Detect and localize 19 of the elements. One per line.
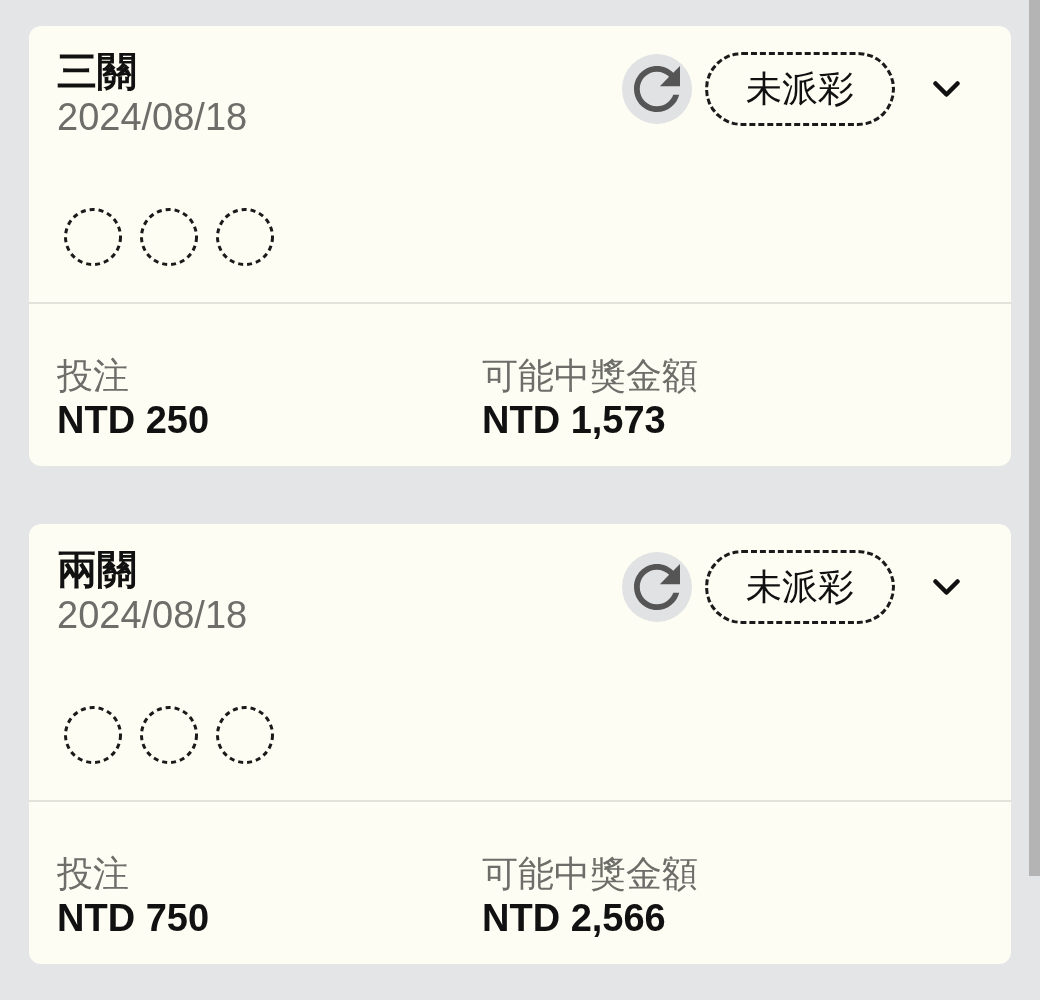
bet-title: 兩關	[57, 546, 138, 592]
stake-amount: NTD 750	[57, 896, 211, 940]
payout-amount: NTD 1,573	[482, 398, 667, 442]
payout-amount: NTD 2,566	[482, 896, 667, 940]
status-badge: 未派彩	[705, 52, 895, 126]
bet-date: 2024/08/18	[57, 95, 248, 140]
refresh-icon	[634, 564, 680, 610]
stake-amount: NTD 250	[57, 398, 211, 442]
payout-label: 可能中獎金額	[482, 852, 699, 896]
scrollbar[interactable]	[1029, 0, 1040, 876]
bet-title: 三關	[57, 48, 138, 94]
bet-date: 2024/08/18	[57, 593, 248, 638]
refresh-icon	[634, 66, 680, 112]
stake-label: 投注	[57, 852, 130, 896]
stake-label: 投注	[57, 354, 130, 398]
status-badge: 未派彩	[705, 550, 895, 624]
chevron-icon[interactable]	[933, 80, 960, 98]
chevron-icon[interactable]	[933, 578, 960, 596]
payout-label: 可能中獎金額	[482, 354, 699, 398]
